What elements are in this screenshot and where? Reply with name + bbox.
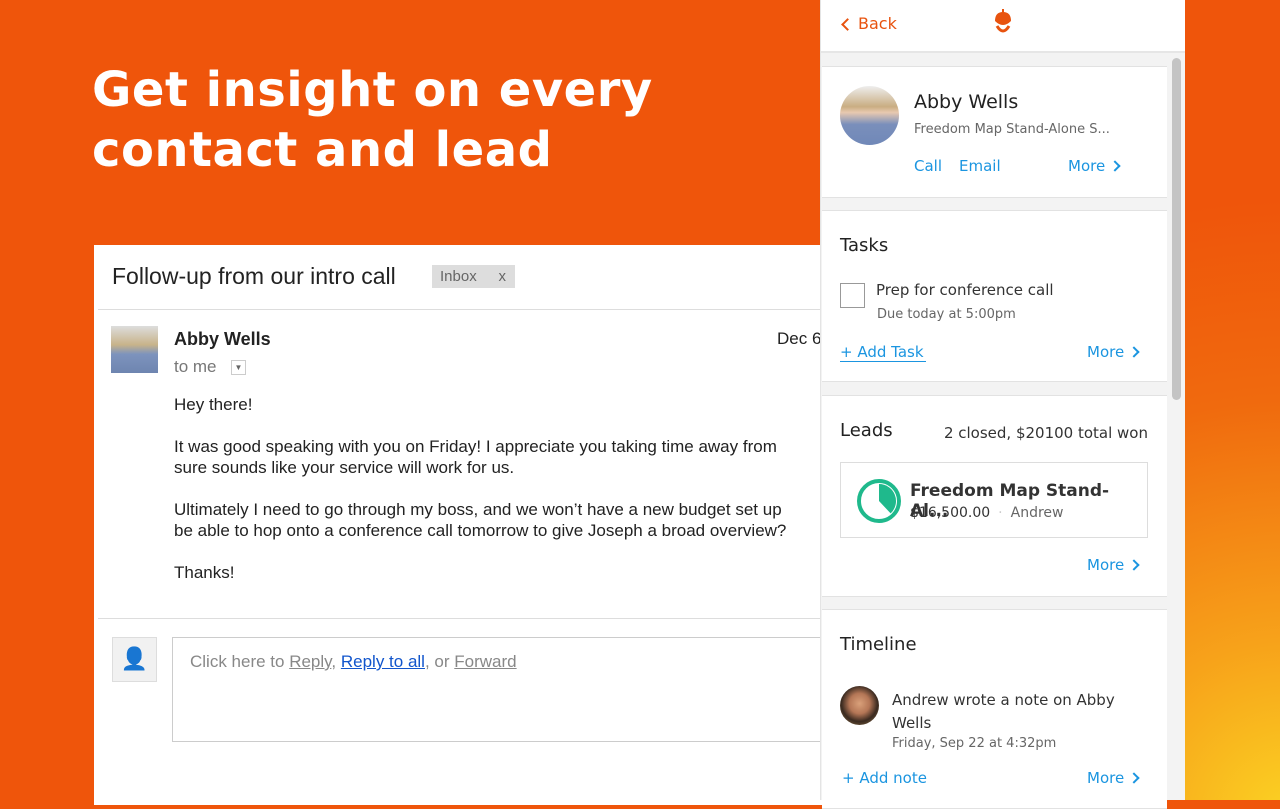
email-subject: Follow-up from our intro call bbox=[112, 263, 396, 289]
reply-all-link[interactable]: Reply to all bbox=[341, 652, 425, 671]
sep: , bbox=[331, 652, 341, 671]
email-body: Hey there! It was good speaking with you… bbox=[174, 394, 786, 604]
body-line: sure sounds like your service will work … bbox=[174, 458, 515, 477]
lead-item[interactable]: Freedom Map Stand-Al... $16,500.00 · Andre… bbox=[840, 462, 1148, 538]
sidebar-header: Back bbox=[821, 0, 1185, 53]
hero-line-1: Get insight on every bbox=[92, 62, 653, 118]
more-label: More bbox=[1087, 556, 1125, 574]
chevron-right-icon bbox=[1128, 346, 1140, 358]
lead-owner: Andrew bbox=[1010, 505, 1064, 521]
sep: , or bbox=[424, 652, 455, 671]
forward-link[interactable]: Forward bbox=[454, 652, 516, 671]
email-date: Dec 6 bbox=[777, 329, 822, 348]
contact-company: Freedom Map Stand-Alone S... bbox=[914, 122, 1110, 137]
more-label: More bbox=[1087, 769, 1125, 787]
back-button[interactable]: Back bbox=[841, 14, 897, 33]
user-avatar-icon: 👤 bbox=[112, 637, 157, 682]
task-due: Due today at 5:00pm bbox=[877, 307, 1016, 322]
reply-prefix: Click here to bbox=[190, 652, 290, 671]
scrollbar-thumb[interactable] bbox=[1172, 58, 1181, 400]
remove-label-button[interactable]: x bbox=[499, 268, 507, 285]
body-line: Ultimately I need to go through my boss,… bbox=[174, 500, 782, 519]
contact-more-button[interactable]: More bbox=[1068, 157, 1121, 175]
body-line: Thanks! bbox=[174, 563, 235, 582]
contact-name: Abby Wells bbox=[914, 91, 1019, 113]
inbox-label[interactable]: Inbox x bbox=[432, 265, 515, 288]
scrollbar[interactable] bbox=[1171, 56, 1182, 800]
hero-headline: Get insight on every contact and lead bbox=[92, 60, 653, 180]
divider bbox=[98, 309, 834, 310]
details-dropdown-icon[interactable]: ▼ bbox=[231, 360, 246, 375]
leads-card: Leads 2 closed, $20100 total won Freedom… bbox=[822, 395, 1167, 597]
reply-link[interactable]: Reply bbox=[289, 652, 331, 671]
tasks-title: Tasks bbox=[840, 235, 889, 256]
divider bbox=[98, 618, 834, 619]
email-view: Follow-up from our intro call Inbox x Abb… bbox=[94, 245, 834, 805]
lead-progress-icon bbox=[857, 479, 901, 523]
task-title: Prep for conference call bbox=[876, 281, 1054, 299]
add-task-button[interactable]: + Add Task bbox=[840, 343, 926, 362]
sender-avatar bbox=[111, 326, 158, 373]
more-label: More bbox=[1087, 343, 1125, 361]
chevron-right-icon bbox=[1109, 160, 1121, 172]
chevron-left-icon bbox=[841, 18, 854, 31]
chevron-right-icon bbox=[1128, 559, 1140, 571]
timeline-time: Friday, Sep 22 at 4:32pm bbox=[892, 736, 1057, 751]
body-line: be able to hop onto a conference call to… bbox=[174, 521, 787, 540]
reply-box[interactable]: Click here to Reply, Reply to all, or Fo… bbox=[172, 637, 834, 742]
sender-name: Abby Wells bbox=[174, 329, 271, 349]
task-checkbox[interactable] bbox=[840, 283, 865, 308]
tasks-more-button[interactable]: More bbox=[1087, 343, 1140, 361]
email-button[interactable]: Email bbox=[959, 157, 1001, 175]
leads-summary: 2 closed, $20100 total won bbox=[943, 424, 1148, 442]
back-label: Back bbox=[858, 14, 897, 33]
hero-line-2: contact and lead bbox=[92, 122, 553, 178]
timeline-text: Andrew wrote a note on Abby Wells bbox=[892, 691, 1115, 732]
lead-amount: $16,500.00 bbox=[910, 505, 991, 521]
contact-avatar bbox=[840, 86, 899, 145]
body-line: It was good speaking with you on Friday!… bbox=[174, 437, 777, 456]
tasks-card: Tasks Prep for conference call Due today… bbox=[822, 210, 1167, 382]
andrew-avatar bbox=[840, 686, 879, 725]
timeline-title: Timeline bbox=[840, 634, 917, 655]
label-text: Inbox bbox=[440, 268, 477, 285]
crm-sidebar: Back Abby Wells Freedom Map Stand-Alone … bbox=[820, 0, 1185, 809]
leads-more-button[interactable]: More bbox=[1087, 556, 1140, 574]
timeline-card: Timeline Andrew wrote a note on Abby Wel… bbox=[822, 609, 1167, 809]
chevron-right-icon bbox=[1128, 772, 1140, 784]
recipient: to me bbox=[174, 357, 217, 376]
timeline-more-button[interactable]: More bbox=[1087, 769, 1140, 787]
acorn-logo-icon bbox=[995, 9, 1011, 33]
call-button[interactable]: Call bbox=[914, 157, 942, 175]
body-line: Hey there! bbox=[174, 395, 253, 414]
leads-title: Leads bbox=[840, 420, 893, 441]
add-note-button[interactable]: + Add note bbox=[842, 769, 927, 787]
contact-card: Abby Wells Freedom Map Stand-Alone S... … bbox=[822, 66, 1167, 198]
more-label: More bbox=[1068, 157, 1106, 175]
